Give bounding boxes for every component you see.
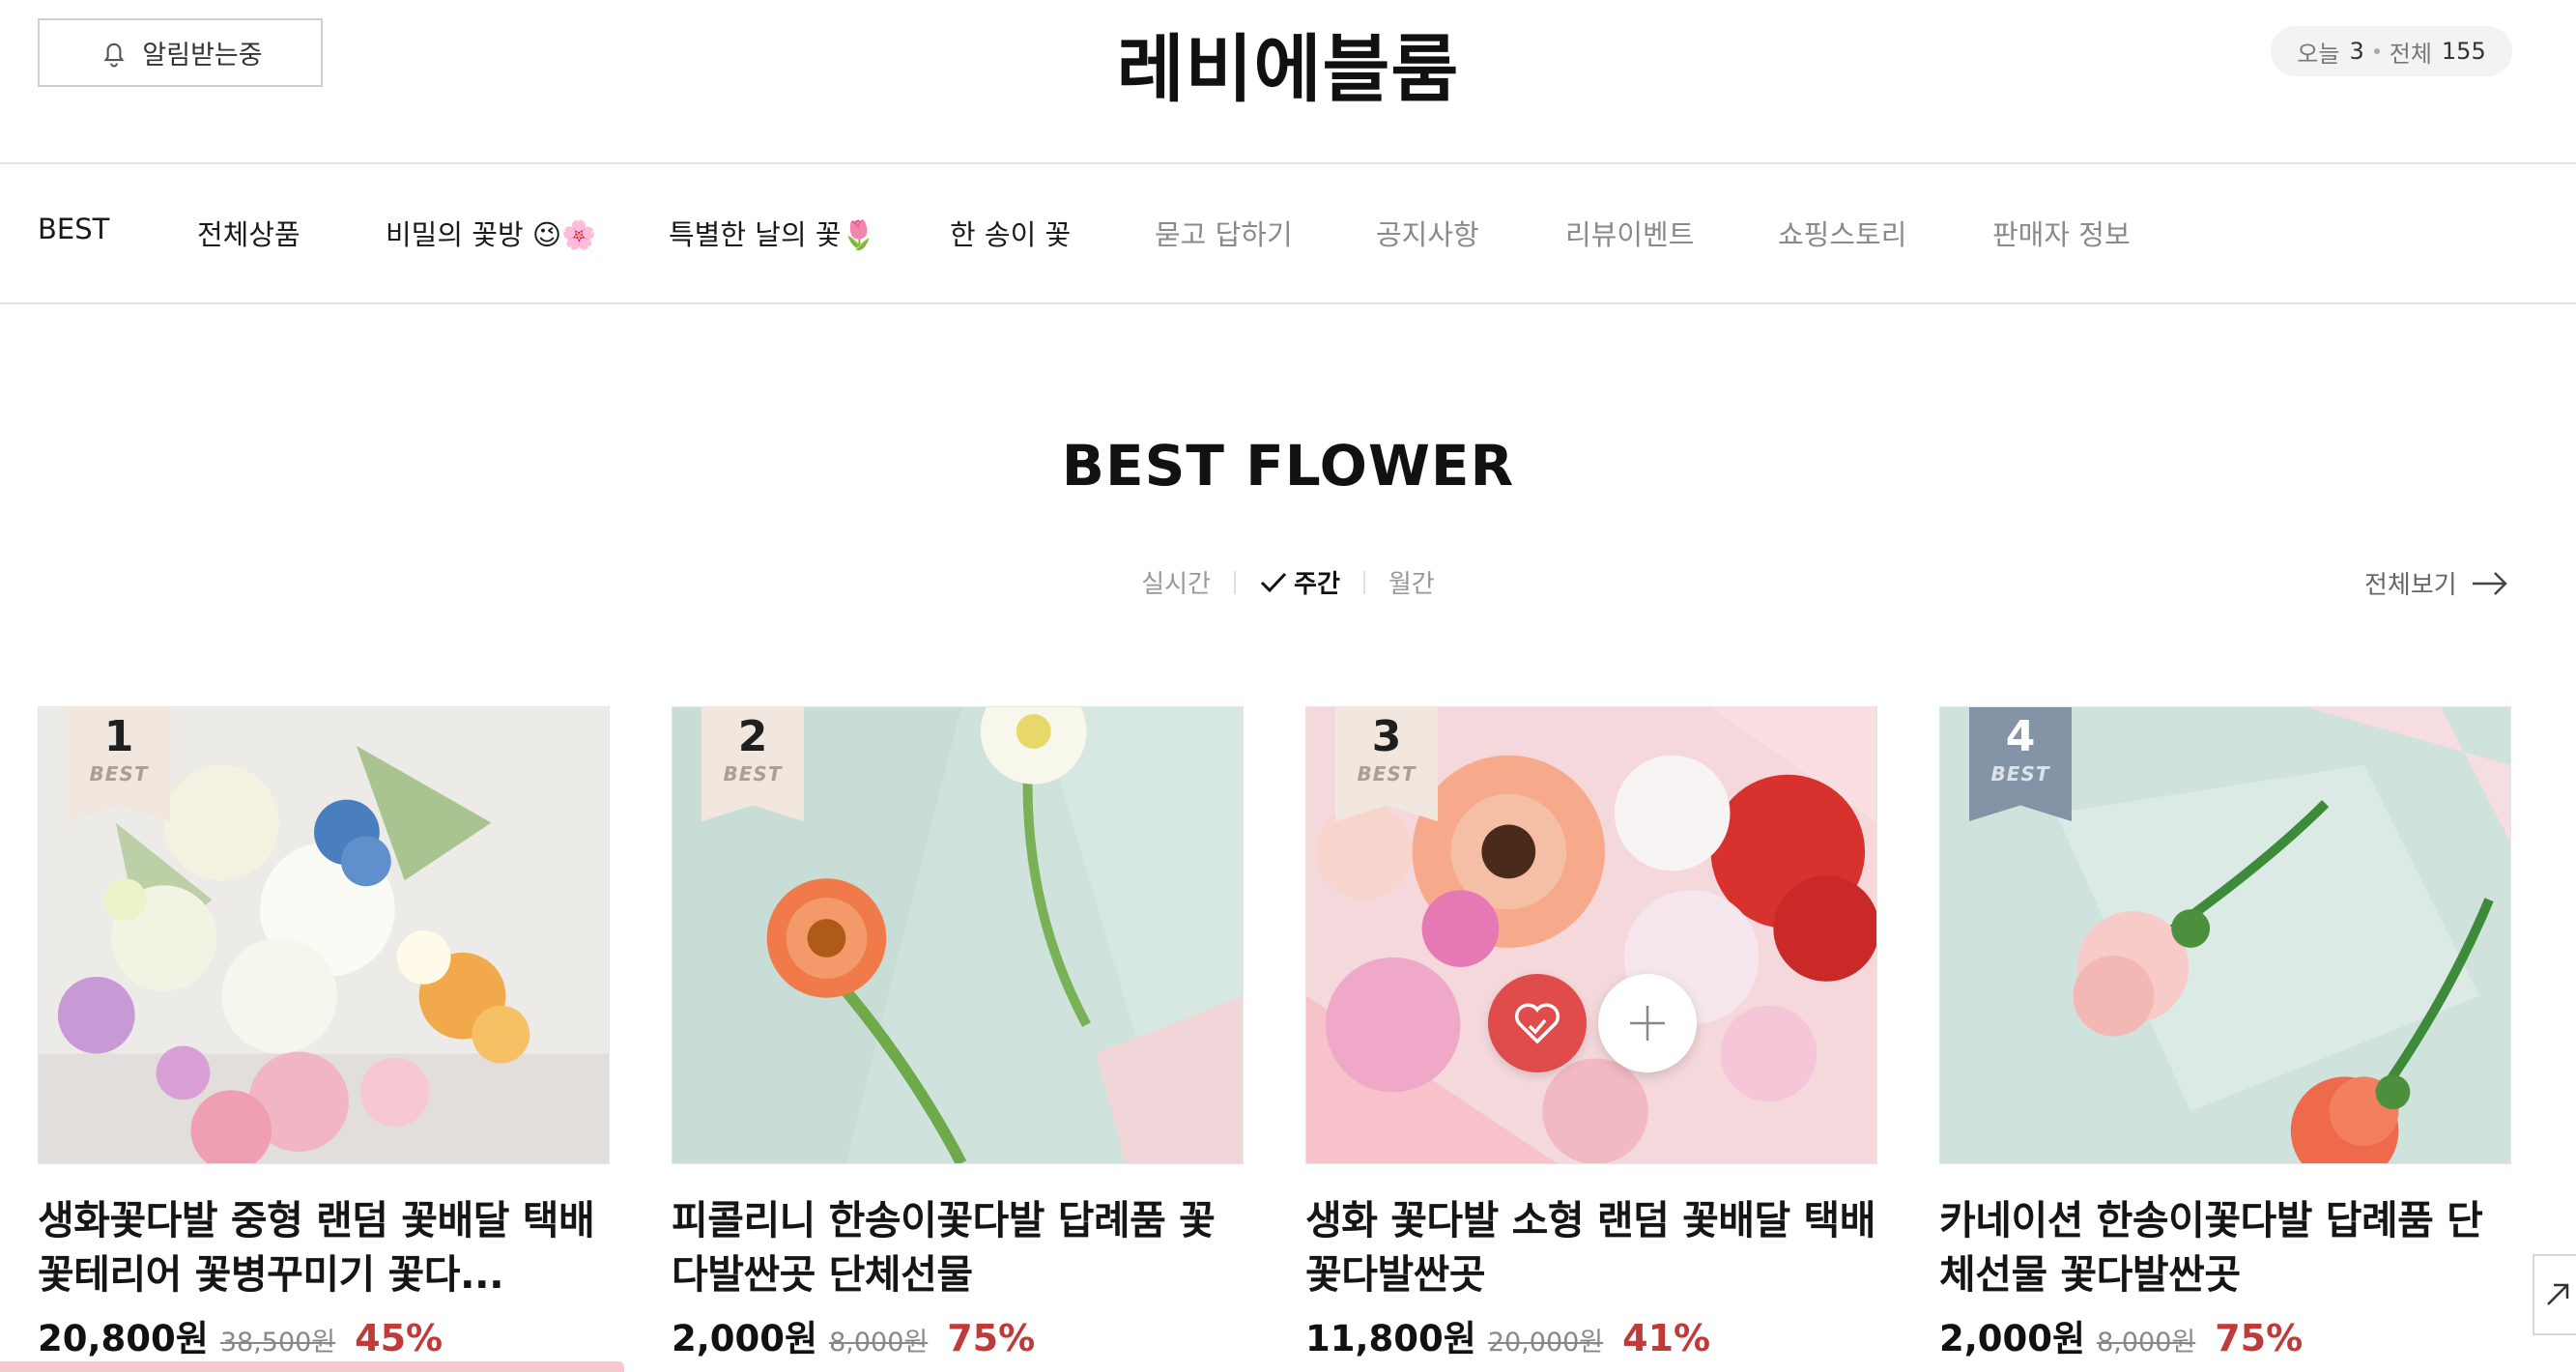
rank-label: BEST bbox=[89, 761, 149, 786]
product-name[interactable]: 생화꽃다발 중형 랜덤 꽃배달 택배 꽃테리어 꽃병꾸미기 꽃다... bbox=[38, 1193, 610, 1301]
arrow-right-icon bbox=[2472, 571, 2507, 595]
nav-item-best[interactable]: BEST bbox=[38, 213, 109, 245]
nav-item-single-flower[interactable]: 한 송이 꽃 bbox=[950, 213, 1071, 253]
rank-badge: 4 BEST bbox=[1969, 707, 2072, 821]
original-price: 38,500원 bbox=[219, 1328, 336, 1358]
view-all-link[interactable]: 전체보기 bbox=[2364, 565, 2509, 601]
nav-item-seller-info[interactable]: 판매자 정보 bbox=[1992, 213, 2131, 253]
rank-badge: 1 BEST bbox=[68, 707, 170, 821]
rank-number: 4 bbox=[2005, 712, 2036, 761]
main-nav: BEST 전체상품 비밀의 꽃방 😉🌸 특별한 날의 꽃🌷 한 송이 꽃 묻고 … bbox=[0, 164, 2576, 304]
site-title[interactable]: 레비에블룸 bbox=[0, 10, 2576, 116]
product-card[interactable]: 2 BEST 피콜리니 한송이꽃다발 답례품 꽃다발싼곳 단체선물 2,000원… bbox=[672, 706, 1244, 1361]
rank-number: 1 bbox=[103, 712, 134, 761]
product-image[interactable]: 1 BEST bbox=[38, 706, 610, 1164]
rank-badge: 2 BEST bbox=[701, 707, 804, 821]
product-card[interactable]: 1 BEST 생화꽃다발 중형 랜덤 꽃배달 택배 꽃테리어 꽃병꾸미기 꽃다.… bbox=[38, 706, 610, 1361]
heart-icon bbox=[1514, 1003, 1560, 1044]
original-price: 8,000원 bbox=[2097, 1328, 2196, 1358]
product-image[interactable]: 4 BEST bbox=[1939, 706, 2511, 1164]
product-image[interactable]: 2 BEST bbox=[672, 706, 1244, 1164]
nav-item-review-event[interactable]: 리뷰이벤트 bbox=[1565, 213, 1694, 253]
tab-realtime[interactable]: 실시간 bbox=[1118, 564, 1234, 600]
total-count: 155 bbox=[2441, 38, 2486, 65]
header: 알림받는중 레비에블룸 오늘 3 전체 155 bbox=[0, 0, 2576, 164]
tab-label: 월간 bbox=[1388, 570, 1435, 599]
original-price: 20,000원 bbox=[1487, 1328, 1604, 1358]
product-image[interactable]: 3 BEST bbox=[1305, 706, 1877, 1164]
product-name[interactable]: 피콜리니 한송이꽃다발 답례품 꽃다발싼곳 단체선물 bbox=[672, 1193, 1244, 1301]
nav-item-shopping-story[interactable]: 쇼핑스토리 bbox=[1778, 213, 1906, 253]
plus-icon bbox=[1630, 1006, 1665, 1041]
sale-price: 2,000원 bbox=[1939, 1318, 2086, 1359]
tab-label: 주간 bbox=[1294, 570, 1340, 599]
separator-dot bbox=[2373, 48, 2380, 54]
price-row: 20,800원 38,500원 45% bbox=[38, 1309, 610, 1361]
rank-label: BEST bbox=[1357, 761, 1417, 786]
bottom-banner-edge bbox=[0, 1361, 624, 1372]
price-row: 2,000원 8,000원 75% bbox=[1939, 1309, 2511, 1361]
discount-rate: 75% bbox=[2215, 1317, 2304, 1359]
rank-badge: 3 BEST bbox=[1335, 707, 1438, 821]
scroll-top-button[interactable] bbox=[2533, 1254, 2576, 1335]
add-button[interactable] bbox=[1598, 974, 1697, 1072]
price-row: 2,000원 8,000원 75% bbox=[672, 1309, 1244, 1361]
nav-item-secret-flower-room[interactable]: 비밀의 꽃방 😉🌸 bbox=[386, 213, 596, 253]
section-title: BEST FLOWER bbox=[1061, 433, 1515, 499]
visitor-counter: 오늘 3 전체 155 bbox=[2271, 26, 2512, 76]
nav-item-special-day[interactable]: 특별한 날의 꽃🌷 bbox=[669, 213, 876, 253]
arrow-up-icon bbox=[2547, 1283, 2569, 1305]
product-name[interactable]: 카네이션 한송이꽃다발 답례품 단체선물 꽃다발싼곳 bbox=[1939, 1193, 2511, 1301]
view-all-label: 전체보기 bbox=[2364, 571, 2457, 600]
period-tabs: 실시간 주간 월간 bbox=[0, 564, 2576, 600]
product-card[interactable]: 4 BEST 카네이션 한송이꽃다발 답례품 단체선물 꽃다발싼곳 2,000원… bbox=[1939, 706, 2511, 1361]
total-label: 전체 bbox=[2389, 40, 2432, 68]
sale-price: 20,800원 bbox=[38, 1318, 209, 1359]
original-price: 8,000원 bbox=[829, 1328, 929, 1358]
rank-number: 3 bbox=[1371, 712, 1402, 761]
discount-rate: 75% bbox=[947, 1317, 1036, 1359]
rank-number: 2 bbox=[737, 712, 768, 761]
nav-item-qna[interactable]: 묻고 답하기 bbox=[1155, 213, 1293, 253]
product-name[interactable]: 생화 꽃다발 소형 랜덤 꽃배달 택배 꽃다발싼곳 bbox=[1305, 1193, 1877, 1301]
sale-price: 11,800원 bbox=[1305, 1318, 1476, 1359]
discount-rate: 45% bbox=[355, 1317, 444, 1359]
tab-label: 실시간 bbox=[1141, 570, 1212, 599]
price-row: 11,800원 20,000원 41% bbox=[1305, 1309, 1877, 1361]
today-label: 오늘 bbox=[2297, 40, 2340, 68]
nav-item-all-products[interactable]: 전체상품 bbox=[197, 213, 301, 253]
tab-monthly[interactable]: 월간 bbox=[1365, 564, 1458, 600]
nav-item-notice[interactable]: 공지사항 bbox=[1376, 213, 1479, 253]
today-count: 3 bbox=[2349, 38, 2364, 65]
rank-label: BEST bbox=[1990, 761, 2050, 786]
wishlist-button[interactable] bbox=[1488, 974, 1587, 1072]
check-icon bbox=[1260, 572, 1287, 592]
sale-price: 2,000원 bbox=[672, 1318, 818, 1359]
rank-label: BEST bbox=[723, 761, 783, 786]
tab-weekly[interactable]: 주간 bbox=[1236, 564, 1363, 600]
discount-rate: 41% bbox=[1622, 1317, 1711, 1359]
product-card[interactable]: 3 BEST 생화 꽃다발 소형 랜덤 꽃배달 택배 꽃다발싼곳 11,800원… bbox=[1305, 706, 1877, 1361]
